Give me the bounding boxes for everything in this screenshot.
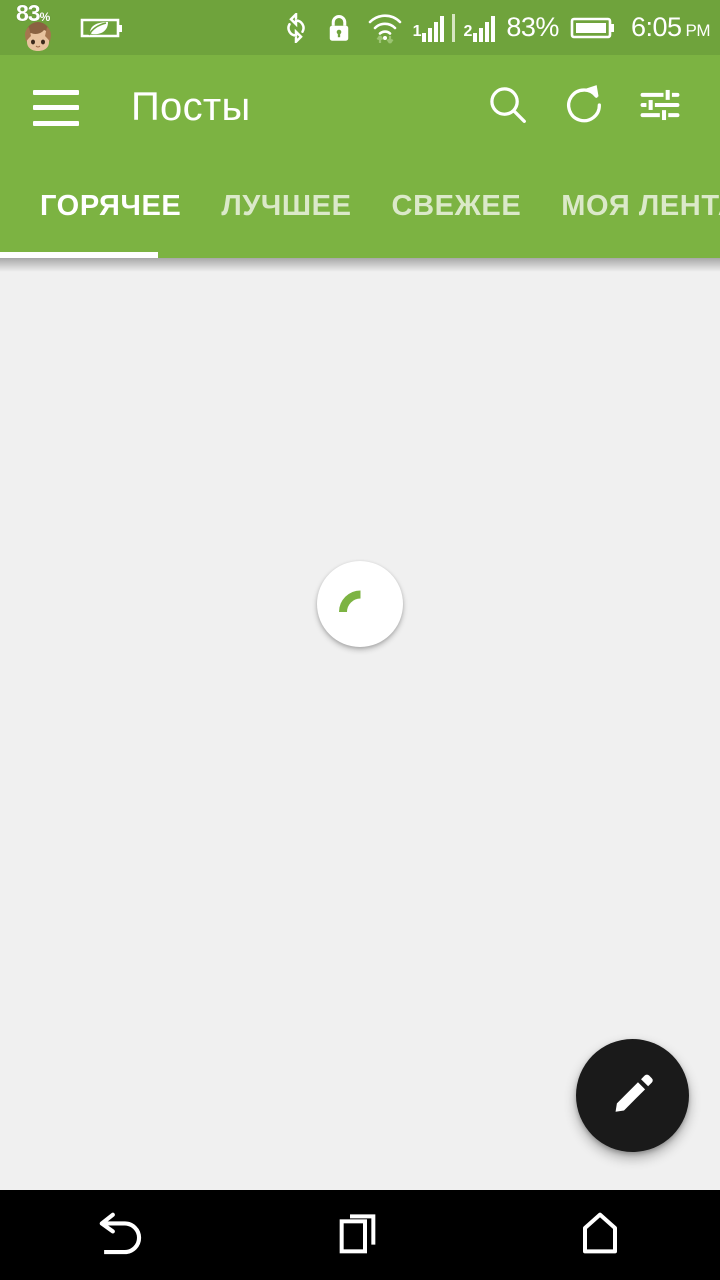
tab-best[interactable]: ЛУЧШЕЕ [201, 160, 371, 252]
status-bar: 83% 1 2 83% 6:05 PM [0, 0, 720, 55]
status-bar-left: 83% [0, 0, 124, 55]
status-clock: 6:05 PM [630, 12, 711, 42]
pencil-edit-icon [610, 1070, 656, 1121]
sim1-label: 1 [412, 22, 422, 40]
hamburger-menu-icon[interactable] [33, 89, 79, 126]
search-icon [485, 82, 531, 133]
tab-strip[interactable]: ГОРЯЧЕЕ ЛУЧШЕЕ СВЕЖЕЕ МОЯ ЛЕНТА СО [0, 160, 720, 252]
recents-squares-icon [335, 1208, 385, 1263]
anime-avatar-icon [25, 22, 51, 51]
system-navigation-bar [0, 1190, 720, 1280]
home-pentagon-icon [575, 1208, 625, 1263]
tab-my-feed[interactable]: МОЯ ЛЕНТА [541, 160, 720, 252]
status-bar-right: 1 2 83% 6:05 PM [274, 0, 710, 55]
phone-screen: 83% 1 2 83% 6:05 PM Посты ГОРЯЧЕЕ ЛУЧШЕЕ… [0, 0, 720, 1280]
sim1-signal: 1 [413, 14, 445, 42]
sync-icon [281, 12, 311, 43]
clock-period: PM [685, 21, 711, 40]
back-arrow-icon [93, 1206, 147, 1265]
sim-separator [452, 13, 456, 42]
battery-saver-avatar-badge: 83% [10, 0, 66, 55]
nav-home-button[interactable] [480, 1190, 720, 1280]
compose-fab-button[interactable] [576, 1039, 689, 1152]
nav-recents-button[interactable] [240, 1190, 480, 1280]
tune-sliders-icon [638, 83, 682, 132]
wifi-transfer-icon [367, 12, 403, 44]
tab-fresh[interactable]: СВЕЖЕЕ [372, 160, 542, 252]
sim1-bars [422, 15, 445, 42]
battery-percent-label: 83% [506, 12, 559, 42]
refresh-button[interactable] [546, 70, 622, 146]
sim2-bars [473, 15, 496, 42]
app-bar-actions [470, 55, 698, 160]
menu-line-3 [33, 120, 79, 126]
nav-back-button[interactable] [0, 1190, 240, 1280]
filter-button[interactable] [622, 70, 698, 146]
menu-line-1 [33, 89, 79, 95]
loading-spinner-icon [317, 561, 403, 647]
battery-full-icon [570, 15, 616, 41]
page-title: Посты [131, 85, 251, 129]
app-bar-shadow [0, 258, 720, 272]
sim2-signal: 2 [463, 14, 496, 42]
app-bar: Посты [0, 55, 720, 160]
tab-bar: ГОРЯЧЕЕ ЛУЧШЕЕ СВЕЖЕЕ МОЯ ЛЕНТА СО [0, 160, 720, 258]
eco-battery-icon [80, 18, 122, 37]
refresh-icon [561, 82, 607, 133]
sim2-label: 2 [463, 22, 473, 40]
search-button[interactable] [470, 70, 546, 146]
menu-line-2 [33, 105, 79, 110]
tab-hot[interactable]: ГОРЯЧЕЕ [20, 160, 201, 252]
lock-icon [325, 13, 353, 43]
